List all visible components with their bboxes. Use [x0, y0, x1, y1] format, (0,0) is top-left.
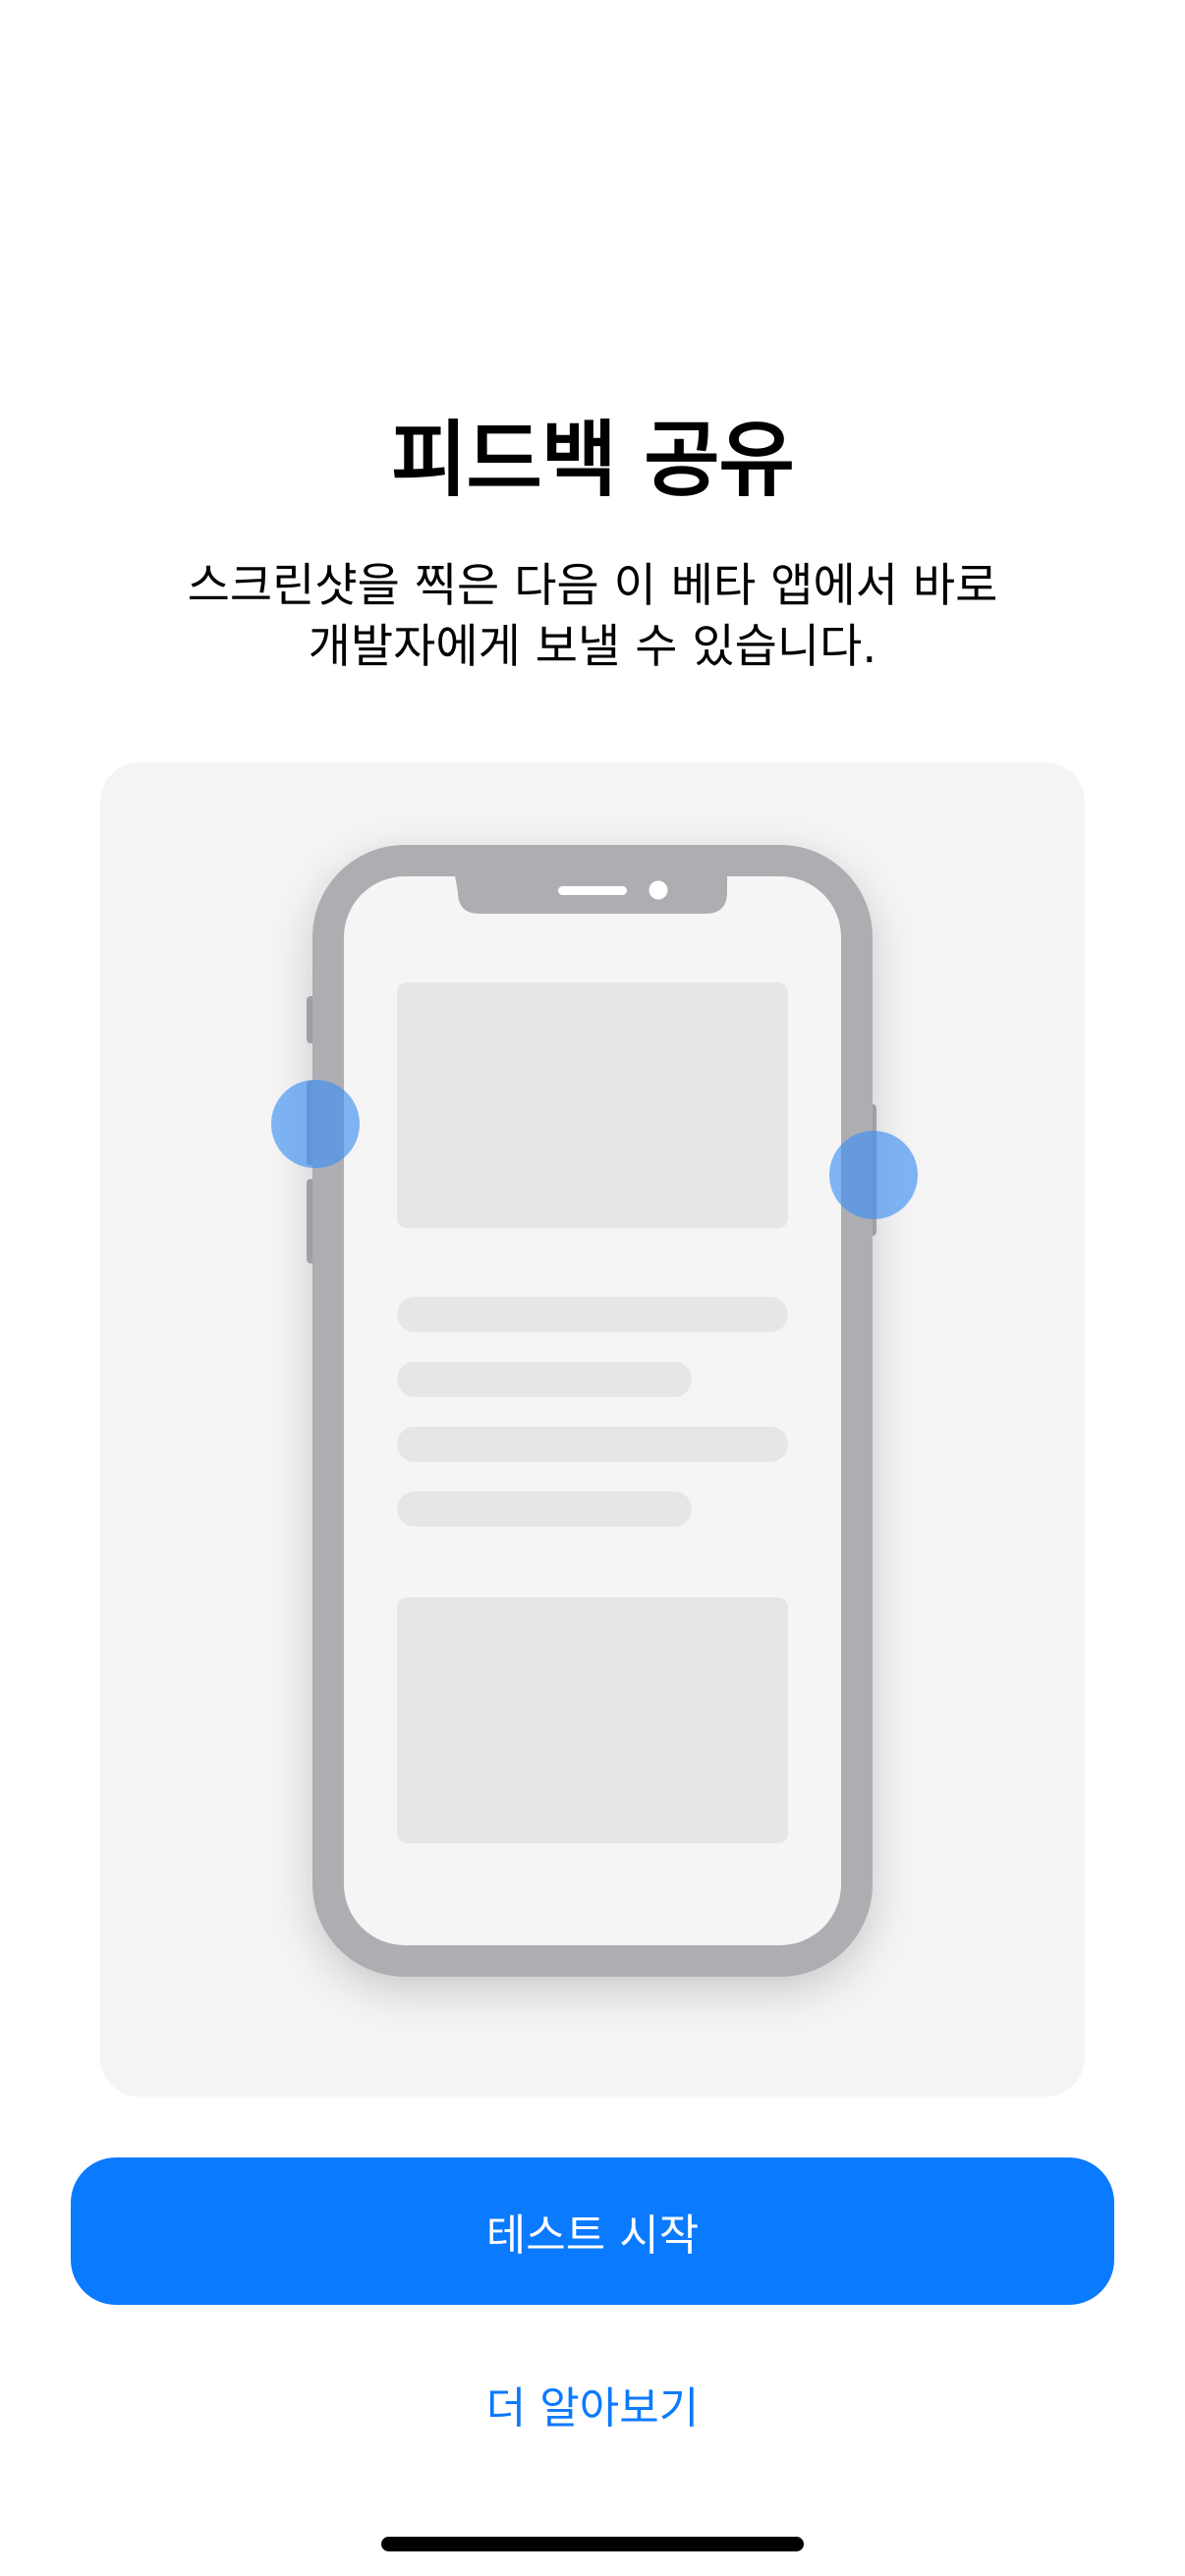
- placeholder-line-3: [397, 1427, 788, 1462]
- phone-camera: [649, 880, 668, 900]
- placeholder-image-top: [397, 982, 788, 1228]
- placeholder-line-4: [397, 1491, 692, 1527]
- placeholder-line-2: [397, 1362, 692, 1397]
- phone-illustration: [271, 845, 918, 1977]
- press-indicator-volume-button: [271, 1080, 360, 1168]
- screenshot-illustration-card: [100, 762, 1085, 2097]
- placeholder-line-1: [397, 1297, 788, 1332]
- press-indicator-side-button: [829, 1131, 918, 1219]
- learn-more-link[interactable]: 더 알아보기: [298, 2370, 887, 2438]
- page-subtitle: 스크린샷을 찍은 다음 이 베타 앱에서 바로 개발자에게 보낼 수 있습니다.: [187, 559, 998, 674]
- placeholder-image-bottom: [397, 1597, 788, 1843]
- home-indicator[interactable]: [381, 2537, 804, 2551]
- start-testing-button[interactable]: 테스트 시작: [71, 2157, 1114, 2305]
- phone-speaker: [558, 886, 627, 895]
- page-title: 피드백 공유: [391, 412, 795, 508]
